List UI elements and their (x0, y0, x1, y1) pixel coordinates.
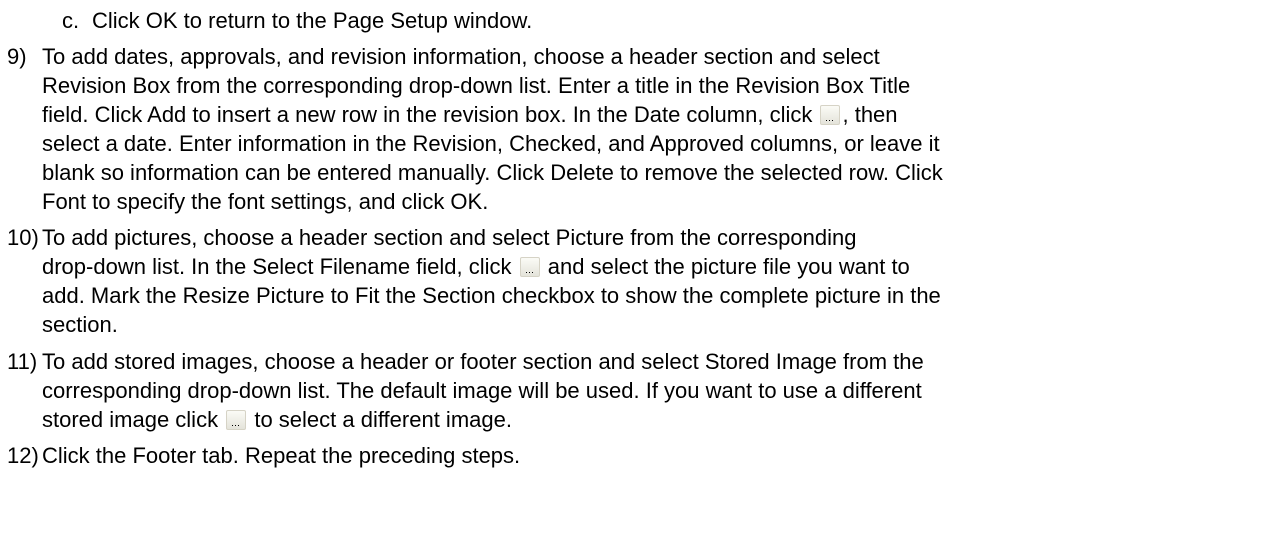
substep-label: c. (62, 8, 80, 33)
ellipsis-browse-icon (820, 105, 841, 125)
step-text-line: To add pictures, choose a header section… (42, 225, 857, 250)
step-number: 11) (7, 349, 38, 374)
step-text-line: stored image click to select a different… (42, 405, 512, 434)
step-text: stored image click (42, 407, 219, 432)
step-text-line: Font to specify the font settings, and c… (42, 189, 489, 214)
step-text: drop-down list. In the Select Filename f… (42, 254, 512, 279)
step-text: to select a different image. (254, 407, 512, 432)
step-text-line: To add dates, approvals, and revision in… (42, 44, 880, 69)
step-text-line: To add stored images, choose a header or… (42, 349, 924, 374)
step-text-line: section. (42, 312, 118, 337)
step-text-line: blank so information can be entered manu… (42, 160, 943, 185)
step-text: field. Click Add to insert a new row in … (42, 102, 813, 127)
step-number: 12) (7, 443, 39, 468)
ellipsis-browse-icon (519, 257, 540, 277)
step-text-line: field. Click Add to insert a new row in … (42, 100, 898, 129)
step-number: 9) (7, 44, 27, 69)
step-text-line: Click the Footer tab. Repeat the precedi… (42, 443, 521, 468)
substep-c: c. Click OK to return to the Page Setup w… (62, 6, 532, 35)
substep-text: Click OK to return to the Page Setup win… (92, 8, 533, 33)
step-text-line: corresponding drop-down list. The defaul… (42, 378, 922, 403)
step-text-line: drop-down list. In the Select Filename f… (42, 252, 910, 281)
step-text-line: Revision Box from the corresponding drop… (42, 73, 911, 98)
ellipsis-browse-icon (226, 410, 247, 430)
step-text: , then (842, 102, 898, 127)
step-text-line: select a date. Enter information in the … (42, 131, 940, 156)
step-number: 10) (7, 225, 39, 250)
step-text: and select the picture file you want to (547, 254, 910, 279)
step-text-line: add. Mark the Resize Picture to Fit the … (42, 283, 941, 308)
